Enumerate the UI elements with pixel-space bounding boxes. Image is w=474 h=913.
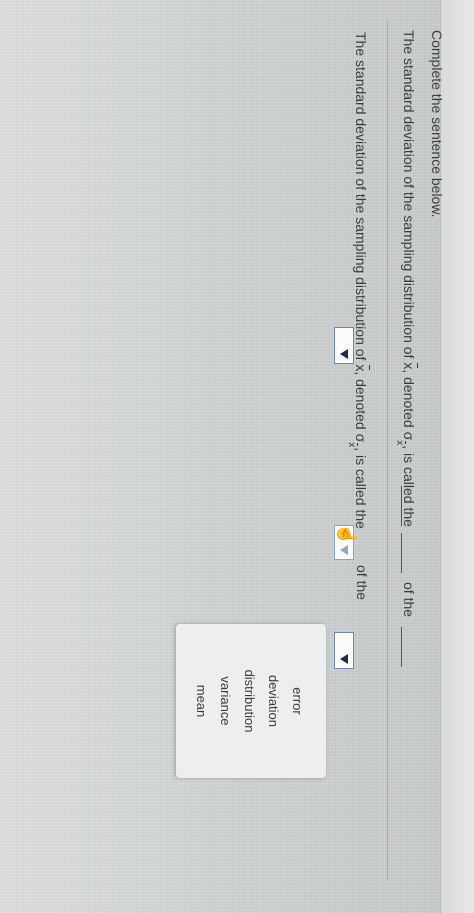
triangle-down-icon: [340, 654, 348, 664]
question-panel: Complete the sentence below. The standar…: [0, 0, 474, 913]
of-the-text: of the: [401, 582, 417, 618]
answer-dropdown-3[interactable]: [334, 632, 354, 669]
x-bar-symbol: x: [353, 364, 369, 372]
option-deviation[interactable]: deviation: [262, 624, 284, 778]
option-mean[interactable]: mean: [190, 624, 212, 778]
x-bar-symbol: x: [401, 362, 417, 370]
blank-line: [401, 486, 402, 526]
triangle-down-icon: [340, 349, 348, 359]
option-variance[interactable]: variance: [214, 624, 236, 778]
sentence-part: The standard deviation of the sampling d…: [401, 30, 417, 363]
example-sentence: The standard deviation of the sampling d…: [394, 30, 417, 527]
option-distribution[interactable]: distribution: [238, 624, 260, 778]
sentence-part: , is called the: [353, 447, 369, 529]
sentence-part: , is called the: [401, 445, 417, 527]
option-error[interactable]: error: [286, 624, 308, 778]
sentence-part: , denoted: [353, 371, 369, 434]
of-the-text: of the: [354, 565, 370, 601]
sigma-subscript: x: [394, 440, 405, 446]
sigma-symbol: σ: [401, 431, 417, 441]
triangle-down-icon: [340, 545, 348, 555]
sentence-part: , denoted: [401, 369, 417, 432]
blank-line: [401, 627, 402, 667]
sigma-symbol: σ: [353, 433, 369, 443]
divider: [387, 20, 388, 880]
instruction-text: Complete the sentence below.: [429, 30, 445, 218]
answer-sentence: The standard deviation of the sampling d…: [346, 32, 369, 529]
dropdown-options-list: error deviation distribution variance me…: [176, 624, 326, 778]
sigma-subscript: x: [346, 442, 357, 448]
answer-dropdown-1[interactable]: [334, 327, 354, 364]
sentence-part: The standard deviation of the sampling d…: [353, 32, 369, 365]
hand-pointer-icon: ☝: [337, 523, 357, 546]
blank-line: [401, 533, 402, 573]
